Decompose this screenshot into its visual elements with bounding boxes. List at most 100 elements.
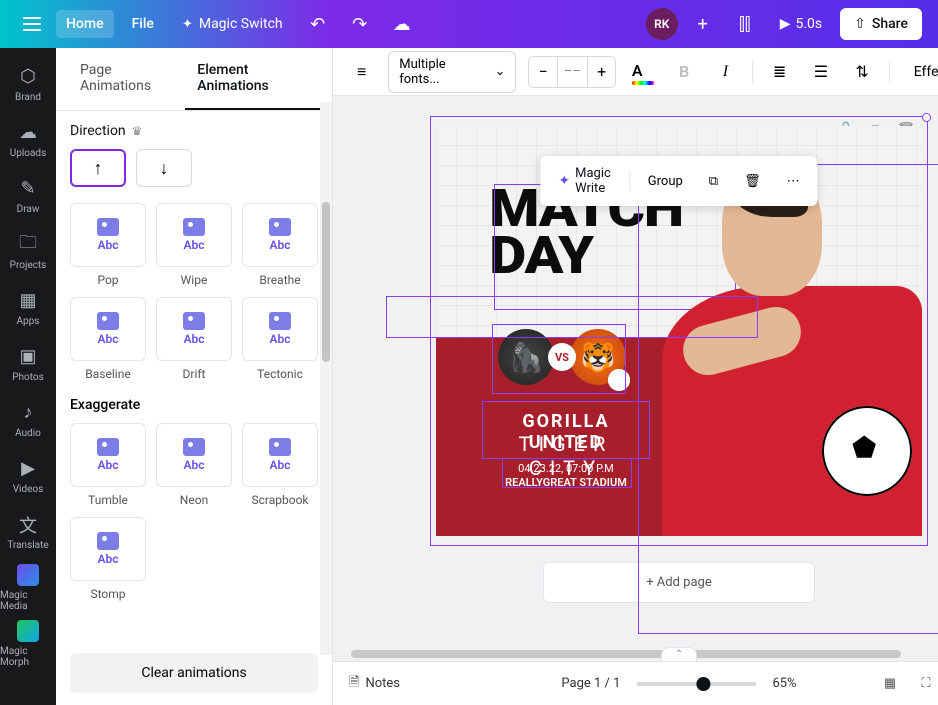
notes-label: Notes: [365, 676, 400, 691]
duration-label: 5.0s: [795, 16, 822, 32]
anim-baseline[interactable]: AbcBaseline: [70, 297, 146, 381]
direction-down-button[interactable]: ↓: [136, 149, 192, 187]
anim-pop[interactable]: AbcPop: [70, 203, 146, 287]
font-selector[interactable]: Multiple fonts... ⌄: [388, 51, 516, 93]
copy-icon: ⧉: [709, 174, 718, 189]
spacing-button[interactable]: ⇅: [848, 57, 877, 87]
group-button[interactable]: Group: [640, 170, 691, 193]
font-size-increase[interactable]: +: [588, 57, 615, 87]
align-paragraph-button[interactable]: ≡: [347, 57, 376, 87]
headline-line2: DAY: [489, 233, 683, 280]
user-avatar[interactable]: RK: [646, 8, 678, 40]
notes-button[interactable]: 🗎 Notes: [349, 673, 400, 695]
player-photo[interactable]: [662, 166, 922, 536]
fullscreen-icon: ⛶: [921, 676, 930, 691]
list-button[interactable]: ☰: [806, 57, 835, 87]
rail-translate[interactable]: 文Translate: [0, 504, 56, 560]
zoom-slider-knob[interactable]: [696, 677, 710, 691]
copy-button[interactable]: ⧉: [701, 170, 726, 193]
text-color-button[interactable]: A: [628, 57, 657, 87]
delete-button[interactable]: 🗑: [736, 170, 769, 193]
magic-switch-button[interactable]: ✦ Magic Switch: [172, 10, 293, 38]
anim-scrapbook[interactable]: AbcScrapbook: [242, 423, 318, 507]
list-icon: ☰: [814, 62, 828, 81]
rail-videos[interactable]: ▶Videos: [0, 448, 56, 504]
stadium-text[interactable]: REALLYGREAT STADIUM: [486, 476, 646, 489]
present-button[interactable]: ▶ 5.0s: [770, 10, 832, 38]
magic-write-button[interactable]: ✦Magic Write: [550, 162, 619, 200]
animation-panel: Page Animations Element Animations Direc…: [56, 48, 333, 705]
brand-icon: ⬡: [17, 66, 39, 88]
anim-label: Tectonic: [257, 367, 303, 381]
hamburger-menu-button[interactable]: [16, 8, 48, 40]
audio-icon: ♪: [17, 402, 39, 424]
direction-up-button[interactable]: ↑: [70, 149, 126, 187]
font-size-value[interactable]: ––: [557, 57, 588, 87]
play-icon: ▶: [780, 16, 791, 32]
insights-button[interactable]: ⫿⫿: [728, 7, 762, 41]
zoom-slider[interactable]: [636, 682, 756, 686]
font-size-stepper: − –– +: [528, 56, 616, 88]
rail-audio[interactable]: ♪Audio: [0, 392, 56, 448]
alignment-button[interactable]: ≣: [765, 57, 794, 87]
anim-drift[interactable]: AbcDrift: [156, 297, 232, 381]
fullscreen-button[interactable]: ⛶: [915, 673, 937, 695]
rail-photos[interactable]: ▣Photos: [0, 336, 56, 392]
anim-breathe[interactable]: AbcBreathe: [242, 203, 318, 287]
text-color-icon: A: [632, 61, 654, 83]
anim-tectonic[interactable]: AbcTectonic: [242, 297, 318, 381]
page-indicator[interactable]: Page 1 / 1: [561, 676, 620, 691]
bold-button[interactable]: B: [670, 57, 699, 87]
notes-icon: 🗎: [349, 673, 359, 695]
italic-button[interactable]: I: [711, 57, 740, 87]
rail-brand[interactable]: ⬡Brand: [0, 56, 56, 112]
add-page-button[interactable]: + Add page: [543, 562, 815, 603]
magic-morph-icon: [17, 620, 39, 642]
panel-scroll-thumb[interactable]: [322, 202, 330, 362]
grid-icon: ▦: [884, 676, 896, 691]
rail-projects[interactable]: 🗀Projects: [0, 224, 56, 280]
main-layout: ⬡Brand ☁Uploads ✎Draw 🗀Projects ▦Apps ▣P…: [0, 48, 938, 705]
redo-button[interactable]: ↷: [343, 7, 377, 41]
chevron-down-icon: ⌄: [495, 64, 506, 79]
projects-icon: 🗀: [17, 234, 39, 256]
horizontal-scroll-thumb[interactable]: [351, 650, 901, 658]
clear-animations-button[interactable]: Clear animations: [70, 653, 318, 693]
selection-handle[interactable]: [922, 113, 931, 122]
anim-label: Baseline: [85, 367, 130, 381]
draw-icon: ✎: [17, 178, 39, 200]
rail-apps[interactable]: ▦Apps: [0, 280, 56, 336]
horizontal-scrollbar[interactable]: [343, 647, 938, 661]
zoom-percent[interactable]: 65%: [772, 676, 796, 691]
invite-button[interactable]: +: [686, 7, 720, 41]
panel-scrollbar[interactable]: [320, 102, 332, 655]
page-tray-toggle[interactable]: ⌃: [661, 647, 697, 661]
team-logos[interactable]: 🦍 VS 🐯: [498, 329, 626, 385]
rail-magic-morph[interactable]: Magic Morph: [0, 616, 56, 672]
file-menu[interactable]: File: [122, 10, 164, 38]
rail-uploads[interactable]: ☁Uploads: [0, 112, 56, 168]
anim-tumble[interactable]: AbcTumble: [70, 423, 146, 507]
more-floating-button[interactable]: ⋯: [779, 170, 808, 193]
tab-element-animations[interactable]: Element Animations: [185, 48, 320, 110]
rail-magic-media[interactable]: Magic Media: [0, 560, 56, 616]
cloud-sync-button[interactable]: ☁: [385, 7, 419, 41]
bottom-center: Page 1 / 1 65%: [561, 676, 796, 691]
anim-neon[interactable]: AbcNeon: [156, 423, 232, 507]
home-link[interactable]: Home: [56, 10, 114, 38]
chevron-up-icon: ⌃: [675, 649, 683, 660]
tab-page-animations[interactable]: Page Animations: [68, 48, 185, 110]
cloud-icon: ☁: [393, 14, 411, 35]
spacing-icon: ⇅: [855, 62, 868, 81]
canvas-scroll-area[interactable]: 🔓 ⧉ 🗑 ✦Magic Write Group ⧉ 🗑 ⋯: [333, 96, 938, 661]
canvas-area: ≡ Multiple fonts... ⌄ − –– + A B I ≣ ☰ ⇅…: [333, 48, 938, 705]
share-button[interactable]: ⇧ Share: [840, 8, 922, 40]
rail-draw[interactable]: ✎Draw: [0, 168, 56, 224]
font-size-decrease[interactable]: −: [529, 57, 556, 87]
datetime-text[interactable]: 04.23.22, 07:00 P.M: [486, 462, 646, 475]
anim-wipe[interactable]: AbcWipe: [156, 203, 232, 287]
grid-view-button[interactable]: ▦: [879, 673, 901, 695]
effects-button[interactable]: Effects: [902, 58, 938, 86]
anim-stomp[interactable]: AbcStomp: [70, 517, 146, 601]
undo-button[interactable]: ↶: [301, 7, 335, 41]
